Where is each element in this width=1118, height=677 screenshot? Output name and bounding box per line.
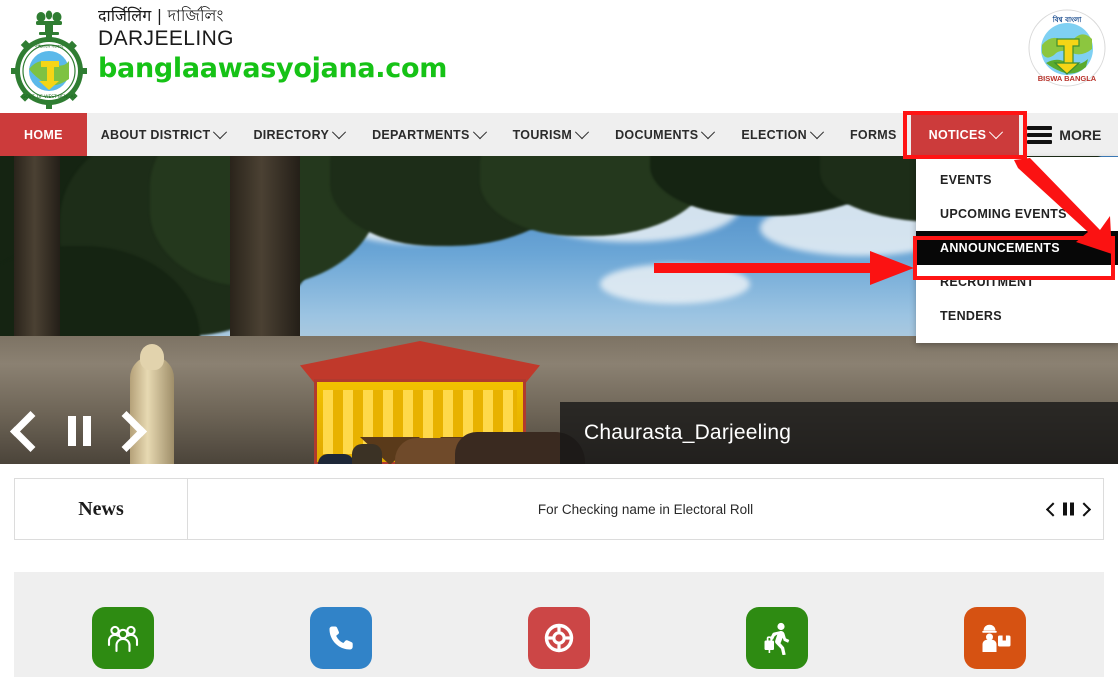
svg-text:BISWA BANGLA: BISWA BANGLA — [1038, 74, 1097, 83]
nav-item-label: DIRECTORY — [253, 127, 330, 142]
news-ticker: News For Checking name in Electoral Roll — [14, 478, 1104, 540]
svg-text:GOVT. OF WEST BENGAL: GOVT. OF WEST BENGAL — [22, 94, 77, 100]
service-item-help[interactable] — [450, 572, 668, 669]
svg-text:পশ্চিমবঙ্গ সরকার: পশ্চিমবঙ্গ সরকার — [35, 45, 65, 50]
nav-item-label: ABOUT DISTRICT — [100, 127, 211, 142]
carousel-next-button[interactable] — [105, 410, 148, 453]
nav-item-label: TOURISM — [512, 127, 573, 142]
people-group-icon — [107, 625, 139, 653]
biswa-bangla-logo: বিশ্ব বাংলা BISWA BANGLA — [1028, 9, 1106, 87]
india-national-emblem-district-seal-icon: পশ্চিমবঙ্গ সরকার GOVT. OF WEST BENGAL — [11, 10, 87, 109]
carousel-pause-button[interactable] — [68, 416, 91, 446]
nav-item-departments[interactable]: DEPARTMENTS — [358, 113, 499, 156]
chevron-down-icon — [989, 124, 1004, 139]
chevron-down-icon — [213, 124, 228, 139]
nav-item-notices[interactable]: NOTICES — [910, 113, 1020, 156]
phone-call-icon — [329, 626, 353, 650]
notices-dropdown-menu: EVENTS UPCOMING EVENTS ANNOUNCEMENTS REC… — [916, 157, 1118, 343]
svg-text:বিশ্ব বাংলা: বিশ্ব বাংলা — [1052, 15, 1082, 24]
chevron-left-icon — [9, 410, 52, 453]
nav-item-label: HOME — [24, 127, 63, 142]
nav-more-button[interactable]: MORE — [1019, 113, 1113, 156]
site-title-block: दार्जिलिंग | দার্জিলিং DARJEELING bangla… — [98, 0, 447, 85]
nav-item-directory[interactable]: DIRECTORY — [239, 113, 358, 156]
dropdown-item-tenders[interactable]: TENDERS — [916, 299, 1118, 333]
service-item-worker-services[interactable] — [886, 572, 1104, 669]
chevron-down-icon — [472, 124, 487, 139]
news-label: News — [15, 479, 188, 539]
nav-item-home[interactable]: HOME — [0, 113, 87, 156]
chevron-down-icon — [701, 124, 716, 139]
chevron-down-icon — [332, 124, 347, 139]
nav-item-label: ELECTION — [741, 127, 807, 142]
news-controls — [1045, 501, 1092, 517]
worker-helmet-package-icon — [982, 624, 1011, 652]
nav-item-forms[interactable]: FORMS — [836, 113, 911, 156]
nav-item-about-district[interactable]: ABOUT DISTRICT — [87, 113, 240, 156]
chevron-right-icon — [105, 410, 148, 453]
news-item-text[interactable]: For Checking name in Electoral Roll — [538, 502, 753, 517]
district-emblem: পশ্চিমবঙ্গ সরকার GOVT. OF WEST BENGAL — [0, 0, 98, 113]
dropdown-item-recruitment[interactable]: RECRUITMENT — [916, 265, 1118, 299]
service-item-people[interactable] — [14, 572, 232, 669]
nav-item-election[interactable]: ELECTION — [727, 113, 836, 156]
pause-icon — [68, 416, 91, 446]
nav-item-label: DEPARTMENTS — [372, 127, 470, 142]
site-header: পশ্চিমবঙ্গ সরকার GOVT. OF WEST BENGAL दा… — [0, 0, 1118, 113]
nav-item-tourism[interactable]: TOURISM — [499, 113, 602, 156]
services-quicklinks — [14, 572, 1104, 677]
news-track: For Checking name in Electoral Roll — [188, 479, 1103, 539]
nav-item-documents[interactable]: DOCUMENTS — [601, 113, 727, 156]
nav-more-label: MORE — [1059, 126, 1102, 143]
service-item-phone[interactable] — [232, 572, 450, 669]
service-item-tourism[interactable] — [668, 572, 886, 669]
nav-item-label: DOCUMENTS — [615, 127, 699, 142]
site-domain-title: banglaawasyojana.com — [98, 53, 448, 84]
tourist-traveller-icon — [764, 622, 790, 655]
carousel-caption-text: Chaurasta_Darjeeling — [584, 421, 792, 444]
chevron-right-icon[interactable] — [1076, 501, 1092, 517]
chevron-down-icon — [575, 124, 590, 139]
main-navigation: HOME ABOUT DISTRICT DIRECTORY DEPARTMENT… — [0, 113, 1118, 157]
nav-item-label: NOTICES — [928, 127, 987, 142]
dropdown-item-upcoming-events[interactable]: UPCOMING EVENTS — [916, 197, 1118, 231]
title-local-language: दार्जिलिंग | দার্জিলিং — [98, 6, 224, 25]
chevron-down-icon — [809, 124, 825, 139]
carousel-caption: Chaurasta_Darjeeling — [560, 402, 1118, 464]
carousel-prev-button[interactable] — [9, 410, 52, 453]
dropdown-item-announcements[interactable]: ANNOUNCEMENTS — [916, 231, 1118, 265]
pause-icon[interactable] — [1063, 502, 1074, 516]
dropdown-item-events[interactable]: EVENTS — [916, 163, 1118, 197]
page-title: DARJEELING — [98, 27, 234, 50]
chevron-left-icon[interactable] — [1045, 501, 1061, 517]
biswa-bangla-globe-logo-icon: বিশ্ব বাংলা BISWA BANGLA — [1028, 9, 1106, 87]
hamburger-menu-icon — [1027, 125, 1053, 144]
lifebuoy-help-icon — [544, 623, 574, 653]
nav-item-label: FORMS — [849, 127, 897, 142]
